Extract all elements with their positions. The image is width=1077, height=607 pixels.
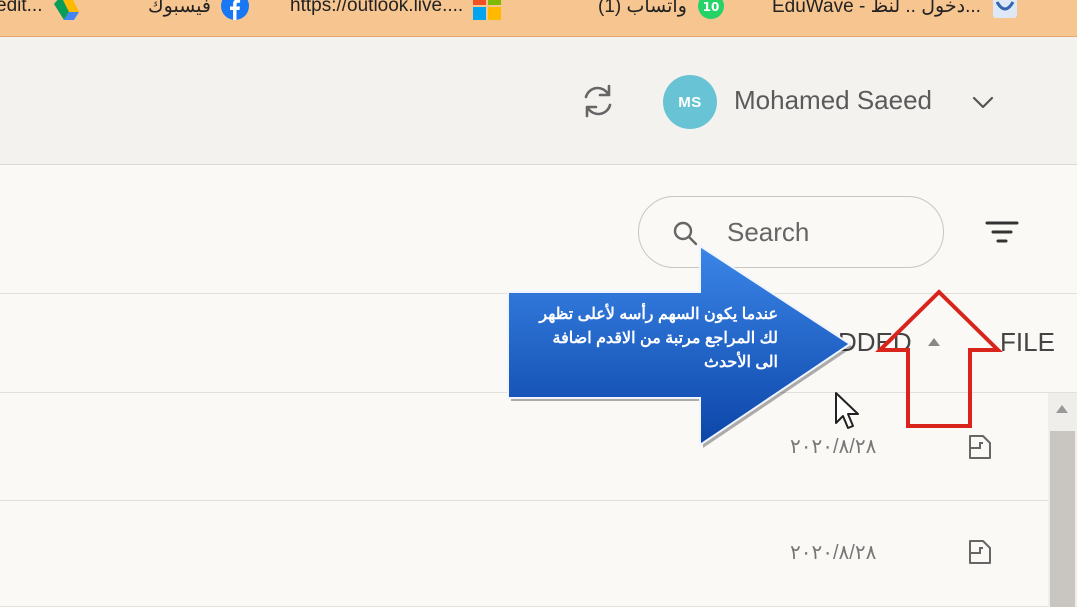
column-header-file[interactable]: FILE (1000, 327, 1055, 358)
bookmark-item-eduwave[interactable]: EduWave - دخول .. لنظ... (772, 0, 1019, 21)
avatar[interactable]: MS (663, 75, 717, 129)
annotation-callout-text: عندما يكون السهم رأسه لأعلى تظهر لك المر… (539, 306, 778, 371)
file-icon (969, 540, 991, 564)
microsoft-icon (473, 0, 502, 20)
chevron-down-icon[interactable] (970, 92, 996, 112)
file-icon (969, 435, 991, 459)
annotation-arrow-red (875, 289, 1003, 428)
refresh-icon[interactable] (578, 81, 618, 121)
bookmark-item-facebook[interactable]: فيسبوك (148, 0, 249, 21)
user-name[interactable]: Mohamed Saeed (734, 85, 932, 116)
filter-icon[interactable] (984, 218, 1020, 246)
bookmark-label: edit... (0, 0, 43, 16)
scroll-up-arrow-icon[interactable] (1056, 405, 1068, 413)
row-date-added: ٢٠٢٠/٨/٢٨ (790, 542, 877, 564)
google-drive-icon (54, 0, 80, 20)
scrollbar[interactable] (1048, 393, 1077, 607)
bookmarks-bar: edit... فيسبوك https://outlook.live.... … (0, 0, 1077, 37)
whatsapp-icon: 10 (697, 0, 724, 19)
bookmark-label: فيسبوك (148, 0, 211, 17)
app-header: MS Mohamed Saeed (0, 37, 1077, 165)
scrollbar-thumb[interactable] (1050, 431, 1075, 607)
bookmark-item-edit[interactable]: edit... (0, 0, 80, 21)
svg-text:10: 10 (703, 0, 720, 14)
bookmark-item-whatsapp[interactable]: (1) واتساب 10 (598, 0, 725, 21)
eduwave-icon (992, 0, 1017, 18)
bookmark-label: (1) واتساب (598, 0, 687, 17)
bookmark-label: https://outlook.live.... (290, 0, 464, 16)
facebook-icon (220, 0, 249, 20)
mouse-cursor-icon (835, 392, 859, 429)
bookmark-label: EduWave - دخول .. لنظ... (772, 0, 981, 17)
bookmark-item-outlook[interactable]: https://outlook.live.... (290, 0, 502, 21)
table-row[interactable]: ٢٠٢٠/٨/٢٨ (0, 502, 1048, 607)
